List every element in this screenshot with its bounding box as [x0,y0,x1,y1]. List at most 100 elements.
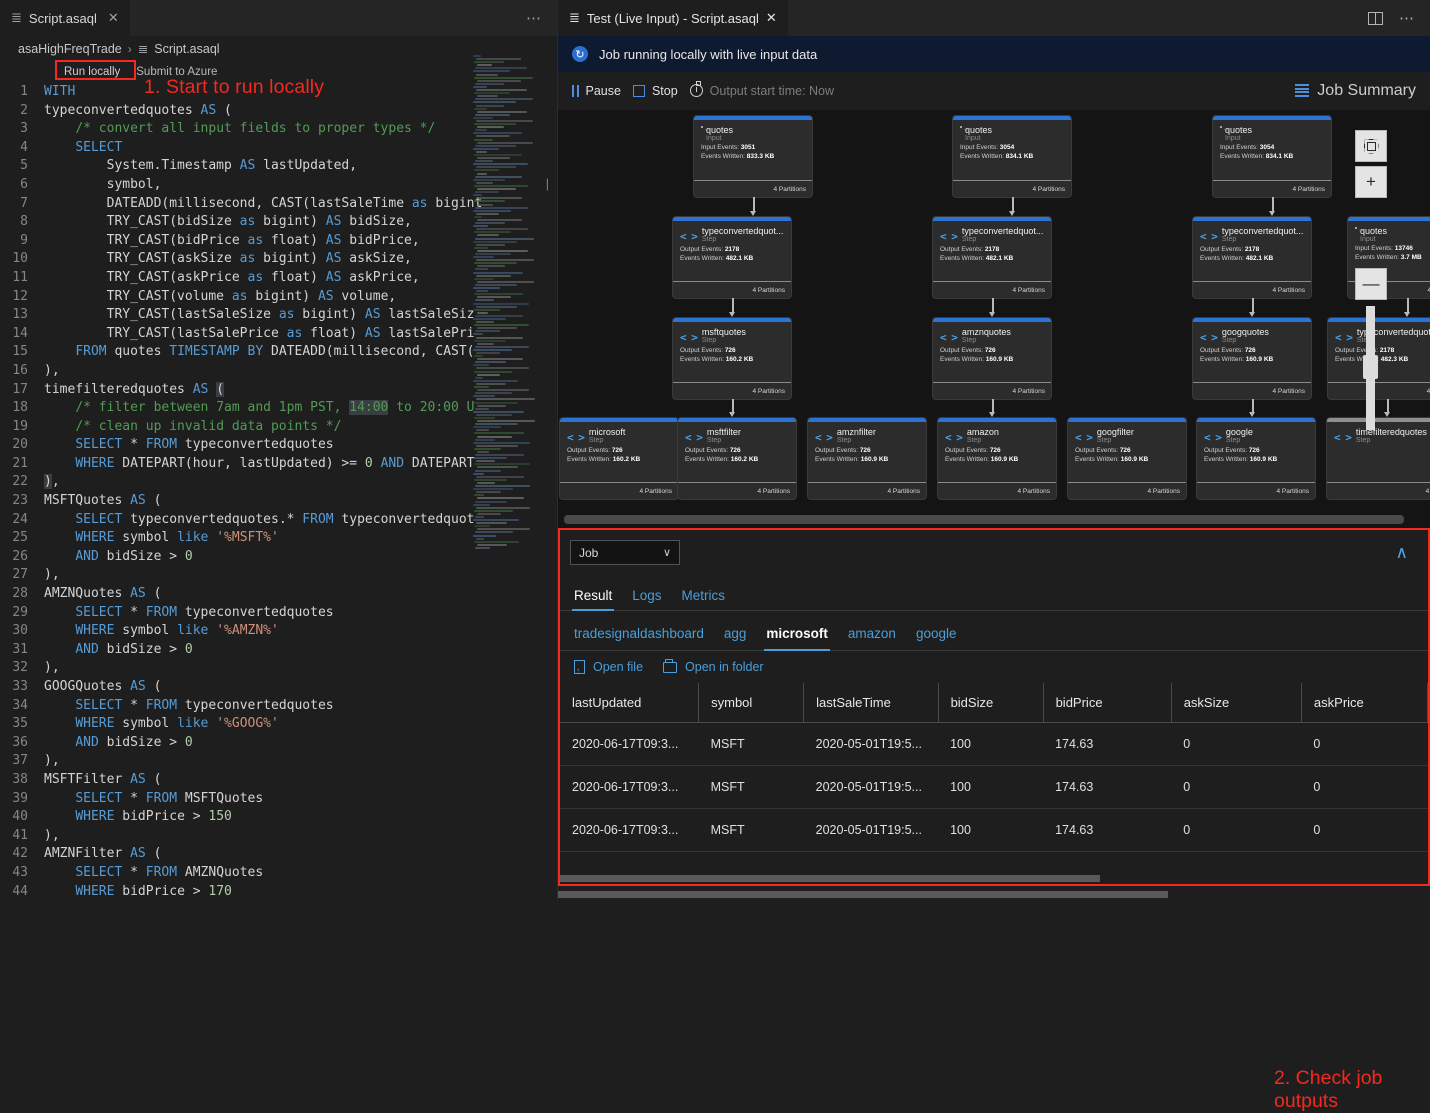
code-text[interactable]: WHERE bidPrice > 150 [44,808,232,827]
zoom-slider-thumb[interactable] [1363,355,1378,379]
code-text[interactable]: WHERE DATEPART(hour, lastUpdated) >= 0 A… [44,455,475,474]
column-header[interactable]: lastSaleTime [804,683,938,723]
minimap[interactable] [473,55,543,645]
diagram-node-typeconvertedquot[interactable]: < >typeconvertedquot...StepOutput Events… [1328,318,1430,399]
code-text[interactable]: AND bidSize > 0 [44,641,193,660]
more-actions-button[interactable]: ⋯ [1399,9,1416,27]
code-text[interactable]: TRY_CAST(lastSaleSize as bigint) AS last… [44,306,475,325]
close-icon[interactable]: ✕ [766,10,777,26]
column-header[interactable]: symbol [699,683,804,723]
code-text[interactable]: WHERE symbol like '%MSFT%' [44,529,279,548]
stop-button[interactable]: Stop [631,81,688,101]
collapse-panel-button[interactable]: ∧ [1396,543,1418,563]
table-row[interactable]: 2020-06-17T09:3...MSFT2020-05-01T19:5...… [560,723,1428,766]
test-tab[interactable]: ≣ Test (Live Input) - Script.asaql ✕ [558,0,788,36]
code-text[interactable]: SELECT typeconvertedquotes.* FROM typeco… [44,511,475,530]
diagram-node-timefilteredquotes[interactable]: < >timefilteredquotesStep4 Pa [1327,418,1430,499]
code-text[interactable]: SELECT * FROM AMZNQuotes [44,864,263,883]
output-subtab-agg[interactable]: agg [714,626,757,650]
column-header[interactable]: bidSize [938,683,1043,723]
code-text[interactable]: MSFTQuotes AS ( [44,492,161,511]
code-text[interactable]: ), [44,362,60,381]
code-text[interactable]: TRY_CAST(askPrice as float) AS askPrice, [44,269,420,288]
column-header[interactable]: askPrice [1301,683,1427,723]
diagram-node-amznfilter[interactable]: < >amznfilterStepOutput Events: 726Event… [808,418,926,499]
code-text[interactable]: AMZNFilter AS ( [44,845,161,864]
code-text[interactable]: ), [44,566,60,585]
code-text[interactable]: TRY_CAST(bidSize as bigint) AS bidSize, [44,213,412,232]
column-header[interactable]: bidPrice [1043,683,1171,723]
scope-select[interactable]: Job ∨ [570,540,680,565]
code-text[interactable]: FROM quotes TIMESTAMP BY DATEADD(millise… [44,343,475,362]
code-text[interactable]: typeconvertedquotes AS ( [44,102,232,121]
open-in-folder-button[interactable]: Open in folder [663,660,764,674]
output-tab-result[interactable]: Result [570,588,622,610]
run-locally-button[interactable]: Run locally [58,65,126,79]
diagram-node-typeconvertedquot[interactable]: < >typeconvertedquot...StepOutput Events… [1193,217,1311,298]
code-text[interactable]: GOOGQuotes AS ( [44,678,161,697]
output-subtab-google[interactable]: google [906,626,967,650]
code-text[interactable]: WITH [44,83,75,102]
diagram-node-quotes[interactable]: quotesInputInput Events: 3051Events Writ… [694,116,812,197]
diagram-node-google[interactable]: < >googleStepOutput Events: 726Events Wr… [1197,418,1315,499]
diagram-node-googquotes[interactable]: < >googquotesStepOutput Events: 726Event… [1193,318,1311,399]
code-text[interactable]: SELECT * FROM typeconvertedquotes [44,604,334,623]
code-text[interactable]: WHERE bidPrice > 170 [44,883,232,901]
output-subtab-microsoft[interactable]: microsoft [756,626,838,650]
code-text[interactable]: AMZNQuotes AS ( [44,585,161,604]
code-text[interactable]: WHERE symbol like '%AMZN%' [44,622,279,641]
diagram-node-amazon[interactable]: < >amazonStepOutput Events: 726Events Wr… [938,418,1056,499]
diagram-node-microsoft[interactable]: < >microsoftStepOutput Events: 726Events… [560,418,678,499]
code-text[interactable]: ), [44,827,60,846]
output-subtab-tradesignaldashboard[interactable]: tradesignaldashboard [570,626,714,650]
split-editor-icon[interactable] [1368,12,1383,25]
editor-tab-script[interactable]: ≣ Script.asaql ✕ [0,0,131,36]
panel-horizontal-scrollbar[interactable] [558,891,1168,898]
output-start-time-button[interactable]: Output start time: Now [688,81,844,101]
job-diagram[interactable]: quotesInputInput Events: 3051Events Writ… [558,110,1430,528]
code-text[interactable]: SELECT * FROM typeconvertedquotes [44,697,334,716]
diagram-node-typeconvertedquot[interactable]: < >typeconvertedquot...StepOutput Events… [673,217,791,298]
zoom-out-button[interactable]: — [1355,268,1387,300]
code-text[interactable]: symbol, [44,176,161,195]
table-horizontal-scrollbar[interactable] [560,875,1100,882]
code-text[interactable]: /* filter between 7am and 1pm PST, 14:00… [44,399,474,418]
code-text[interactable]: ), [44,473,60,492]
output-tab-logs[interactable]: Logs [622,588,671,610]
code-text[interactable]: ), [44,752,60,771]
code-text[interactable]: DATEADD(millisecond, CAST(lastSaleTime a… [44,195,482,214]
code-text[interactable]: SELECT * FROM typeconvertedquotes [44,436,334,455]
column-header[interactable]: lastUpdated [560,683,699,723]
code-text[interactable]: SELECT * FROM MSFTQuotes [44,790,263,809]
code-text[interactable]: MSFTFilter AS ( [44,771,161,790]
table-row[interactable]: 2020-06-17T09:3...MSFT2020-05-01T19:5...… [560,766,1428,809]
code-text[interactable]: /* clean up invalid data points */ [44,418,341,437]
pause-button[interactable]: Pause [570,81,631,101]
breadcrumb-file[interactable]: Script.asaql [154,42,219,56]
diagram-node-quotes[interactable]: quotesInputInput Events: 3054Events Writ… [1213,116,1331,197]
code-text[interactable]: TRY_CAST(lastSalePrice as float) AS last… [44,325,475,344]
code-text[interactable]: TRY_CAST(askSize as bigint) AS askSize, [44,250,412,269]
output-subtab-amazon[interactable]: amazon [838,626,906,650]
code-text[interactable]: /* convert all input fields to proper ty… [44,120,435,139]
code-text[interactable]: ), [44,659,60,678]
editor-more-button[interactable]: ⋯ [512,0,557,36]
code-text[interactable]: TRY_CAST(volume as bigint) AS volume, [44,288,396,307]
code-text[interactable]: SELECT [44,139,122,158]
code-text[interactable]: AND bidSize > 0 [44,734,193,753]
fit-to-screen-button[interactable] [1355,130,1387,162]
open-file-button[interactable]: Open file [574,660,643,674]
diagram-node-typeconvertedquot[interactable]: < >typeconvertedquot...StepOutput Events… [933,217,1051,298]
code-text[interactable]: TRY_CAST(bidPrice as float) AS bidPrice, [44,232,420,251]
diagram-node-msftquotes[interactable]: < >msftquotesStepOutput Events: 726Event… [673,318,791,399]
diagram-node-amznquotes[interactable]: < >amznquotesStepOutput Events: 726Event… [933,318,1051,399]
diagram-node-googfilter[interactable]: < >googfilterStepOutput Events: 726Event… [1068,418,1186,499]
code-text[interactable]: timefilteredquotes AS ( [44,381,224,400]
code-text[interactable]: System.Timestamp AS lastUpdated, [44,157,357,176]
table-row[interactable]: 2020-06-17T09:3...MSFT2020-05-01T19:5...… [560,809,1428,852]
minimap-slider[interactable]: ⎢ [546,180,551,191]
job-summary-button[interactable]: Job Summary [1295,82,1430,100]
column-header[interactable]: askSize [1171,683,1301,723]
diagram-horizontal-scrollbar[interactable] [564,515,1404,524]
code-text[interactable]: AND bidSize > 0 [44,548,193,567]
